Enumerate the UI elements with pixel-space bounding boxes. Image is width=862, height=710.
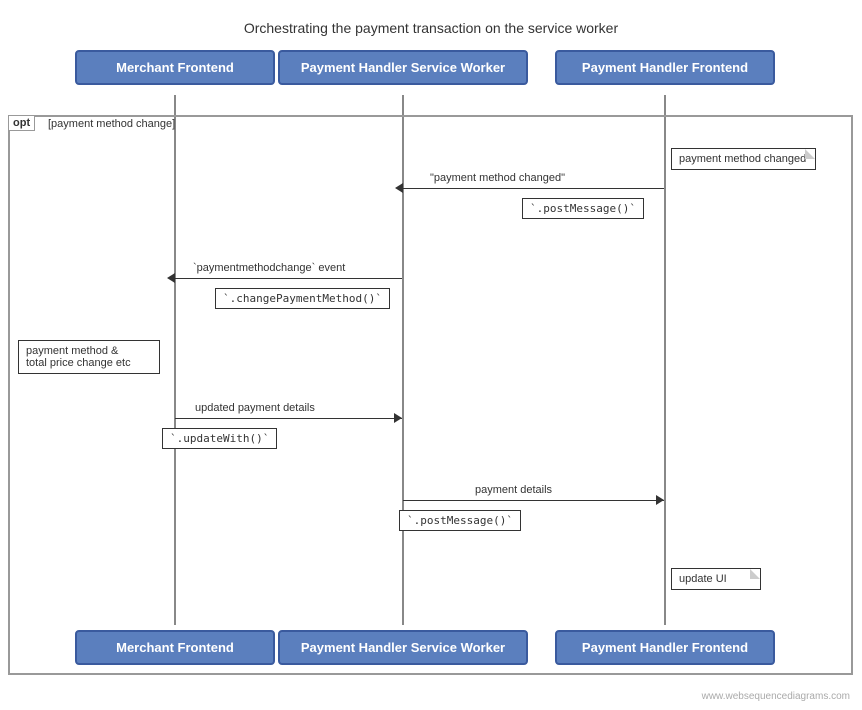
side-note: payment method & total price change etc	[18, 340, 160, 374]
opt-condition: [payment method change]	[48, 118, 175, 130]
opt-label: opt	[8, 115, 35, 131]
method-box-changepayment: `.changePaymentMethod()`	[215, 288, 390, 309]
arrow-label-3: updated payment details	[195, 402, 315, 414]
diagram-container: Orchestrating the payment transaction on…	[0, 0, 862, 710]
actor-phf-bottom: Payment Handler Frontend	[555, 630, 775, 665]
arrow-line-3	[175, 418, 402, 419]
arrowhead-2	[167, 273, 175, 283]
arrow-line-2	[175, 278, 402, 279]
note-update-ui-text: update UI	[679, 573, 727, 585]
arrowhead-4	[656, 495, 664, 505]
diagram-title: Orchestrating the payment transaction on…	[0, 10, 862, 36]
arrow-label-1: "payment method changed"	[430, 172, 565, 184]
note-update-ui: update UI	[671, 568, 761, 590]
method-box-postmessage-2: `.postMessage()`	[399, 510, 521, 531]
arrow-label-4: payment details	[475, 484, 552, 496]
watermark: www.websequencediagrams.com	[702, 691, 850, 702]
method-box-postmessage-1: `.postMessage()`	[522, 198, 644, 219]
method-box-updatewith: `.updateWith()`	[162, 428, 277, 449]
arrowhead-1	[395, 183, 403, 193]
arrow-label-2: `paymentmethodchange` event	[193, 262, 345, 274]
opt-box	[8, 115, 853, 675]
arrowhead-3	[394, 413, 402, 423]
arrow-line-1	[403, 188, 664, 189]
arrow-line-4	[403, 500, 664, 501]
actor-merchant-bottom: Merchant Frontend	[75, 630, 275, 665]
actor-merchant-top: Merchant Frontend	[75, 50, 275, 85]
note-payment-changed: payment method changed	[671, 148, 816, 170]
actor-phf-top: Payment Handler Frontend	[555, 50, 775, 85]
actor-sw-top: Payment Handler Service Worker	[278, 50, 528, 85]
note-payment-changed-text: payment method changed	[679, 153, 806, 165]
actor-sw-bottom: Payment Handler Service Worker	[278, 630, 528, 665]
